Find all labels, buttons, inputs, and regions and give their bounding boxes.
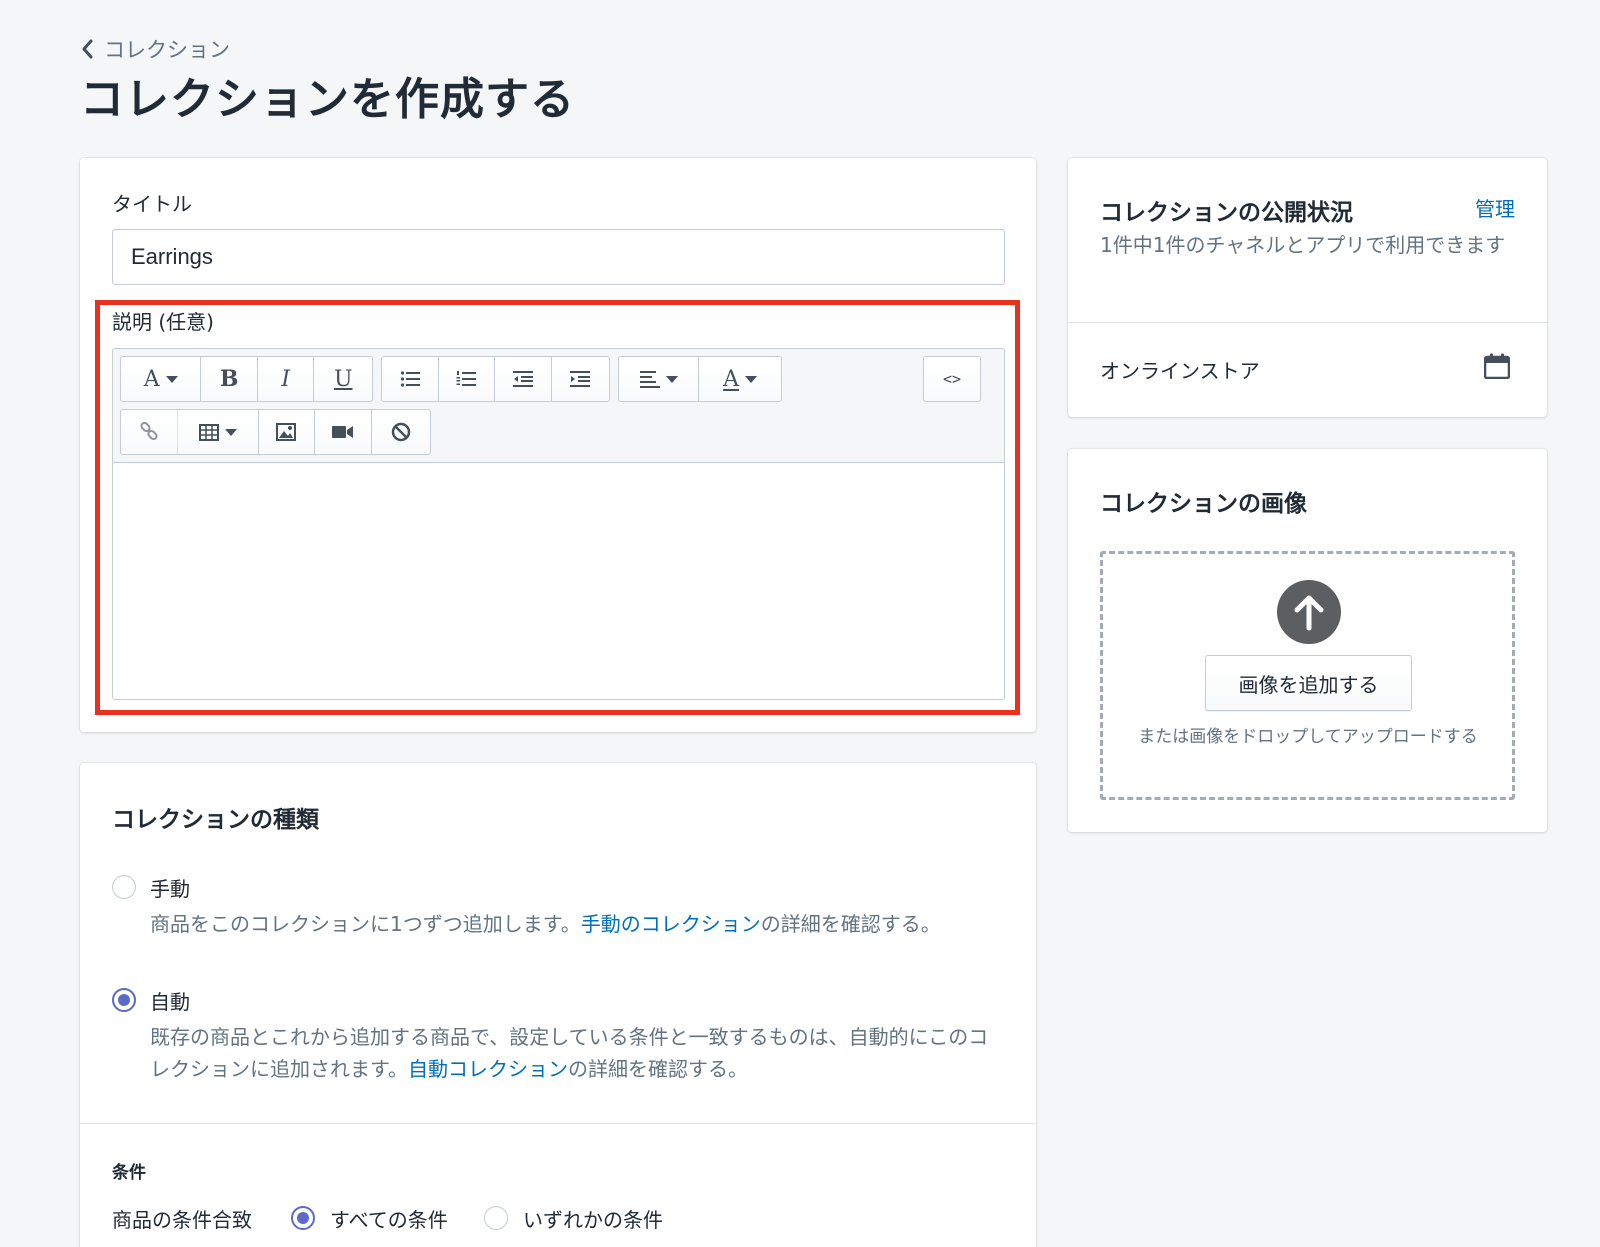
title-field-label: タイトル — [112, 192, 192, 216]
automatic-radio-label[interactable]: 自動 — [150, 986, 190, 1015]
breadcrumb[interactable]: コレクション — [80, 34, 230, 64]
collection-image-card: コレクションの画像 画像を追加する または画像をドロップしてアップロードする — [1068, 449, 1547, 832]
publication-card: コレクションの公開状況 管理 1件中1件のチャネルとアプリで利用できます オンラ… — [1068, 158, 1547, 417]
chevron-left-icon — [82, 39, 93, 59]
chevron-down-icon — [665, 375, 678, 383]
online-store-channel: オンラインストア — [1100, 359, 1260, 383]
clear-format-button[interactable] — [372, 410, 430, 454]
bold-button[interactable]: B — [201, 357, 258, 401]
align-left-icon — [639, 371, 660, 388]
collection-details-card: タイトル 説明 (任意) A B I U — [80, 158, 1036, 732]
description-field-label: 説明 (任意) — [112, 310, 214, 334]
underline-button[interactable]: U — [314, 357, 372, 401]
bullet-list-icon — [400, 371, 420, 387]
bold-icon: B — [219, 366, 239, 392]
publication-title: コレクションの公開状況 — [1100, 200, 1353, 226]
automatic-help-text: 既存の商品とこれから追加する商品で、設定している条件と一致するものは、自動的にこ… — [150, 1021, 1000, 1085]
breadcrumb-label[interactable]: コレクション — [104, 34, 230, 64]
description-text-area[interactable] — [113, 464, 1004, 699]
automatic-help-after: の詳細を確認する。 — [568, 1057, 748, 1081]
image-icon — [276, 423, 297, 441]
any-condition-radio[interactable] — [484, 1206, 508, 1230]
manual-radio[interactable] — [112, 875, 136, 899]
all-conditions-radio[interactable] — [291, 1206, 315, 1230]
automatic-radio[interactable] — [112, 988, 136, 1012]
outdent-icon — [512, 371, 533, 387]
bullet-list-button[interactable] — [382, 357, 439, 401]
indent-icon — [570, 371, 591, 387]
all-conditions-label[interactable]: すべての条件 — [330, 1204, 448, 1233]
numbered-list-button[interactable] — [439, 357, 495, 401]
add-image-button[interactable]: 画像を追加する — [1205, 655, 1412, 711]
text-color-icon: A — [723, 366, 739, 392]
collection-type-title: コレクションの種類 — [112, 807, 319, 833]
collection-image-title: コレクションの画像 — [1100, 491, 1307, 517]
toolbar-group-align: A — [618, 356, 782, 402]
calendar-icon[interactable] — [1484, 353, 1510, 379]
link-button[interactable] — [121, 410, 178, 454]
chevron-down-icon — [744, 375, 757, 383]
page-title: コレクションを作成する — [80, 74, 575, 125]
insert-image-button[interactable] — [259, 410, 316, 454]
title-input[interactable] — [112, 229, 1005, 285]
manual-help-text: 商品をこのコレクションに1つずつ追加します。手動のコレクションの詳細を確認する。 — [150, 908, 1000, 940]
publication-subtitle: 1件中1件のチャネルとアプリで利用できます — [1100, 233, 1506, 257]
table-dropdown-button[interactable] — [178, 410, 259, 454]
table-icon — [198, 423, 219, 441]
insert-video-button[interactable] — [315, 410, 373, 454]
indent-button[interactable] — [552, 357, 609, 401]
publication-divider — [1068, 322, 1547, 323]
image-dropzone[interactable]: 画像を追加する または画像をドロップしてアップロードする — [1100, 551, 1515, 800]
editor-toolbar: A B I U A <> — [113, 349, 1004, 463]
clear-format-icon — [391, 422, 411, 442]
text-color-dropdown-button[interactable]: A — [699, 357, 781, 401]
toolbar-group-lists — [381, 356, 610, 402]
conditions-heading: 条件 — [112, 1163, 146, 1183]
font-dropdown-button[interactable]: A — [121, 357, 202, 401]
collection-type-card: コレクションの種類 手動 商品をこのコレクションに1つずつ追加します。手動のコレ… — [80, 763, 1036, 1247]
manage-link[interactable]: 管理 — [1475, 193, 1515, 222]
toolbar-group-html: <> — [923, 356, 981, 402]
manual-collection-link[interactable]: 手動のコレクション — [581, 912, 761, 936]
underline-icon: U — [333, 366, 353, 392]
upload-icon — [1277, 580, 1341, 644]
section-divider — [80, 1123, 1036, 1124]
html-code-icon: <> — [942, 370, 962, 388]
italic-button[interactable]: I — [258, 357, 315, 401]
automatic-collection-link[interactable]: 自動コレクション — [408, 1057, 568, 1081]
outdent-button[interactable] — [495, 357, 552, 401]
match-label: 商品の条件合致 — [112, 1208, 252, 1232]
video-icon — [332, 426, 354, 438]
font-icon: A — [143, 366, 160, 392]
any-condition-label[interactable]: いずれかの条件 — [523, 1204, 663, 1233]
html-code-button[interactable]: <> — [924, 357, 980, 401]
italic-icon: I — [281, 366, 291, 392]
align-dropdown-button[interactable] — [619, 357, 700, 401]
numbered-list-icon — [456, 371, 477, 386]
link-icon — [140, 422, 158, 441]
manual-help-before: 商品をこのコレクションに1つずつ追加します。 — [150, 912, 581, 936]
toolbar-group-text-style: A B I U — [120, 356, 373, 402]
drop-hint-text: または画像をドロップしてアップロードする — [1138, 727, 1478, 747]
chevron-down-icon — [224, 428, 237, 436]
manual-help-after: の詳細を確認する。 — [760, 912, 941, 936]
description-editor: A B I U A <> — [112, 348, 1005, 700]
chevron-down-icon — [165, 375, 178, 383]
toolbar-group-insert — [120, 409, 431, 455]
manual-radio-label[interactable]: 手動 — [150, 873, 190, 902]
